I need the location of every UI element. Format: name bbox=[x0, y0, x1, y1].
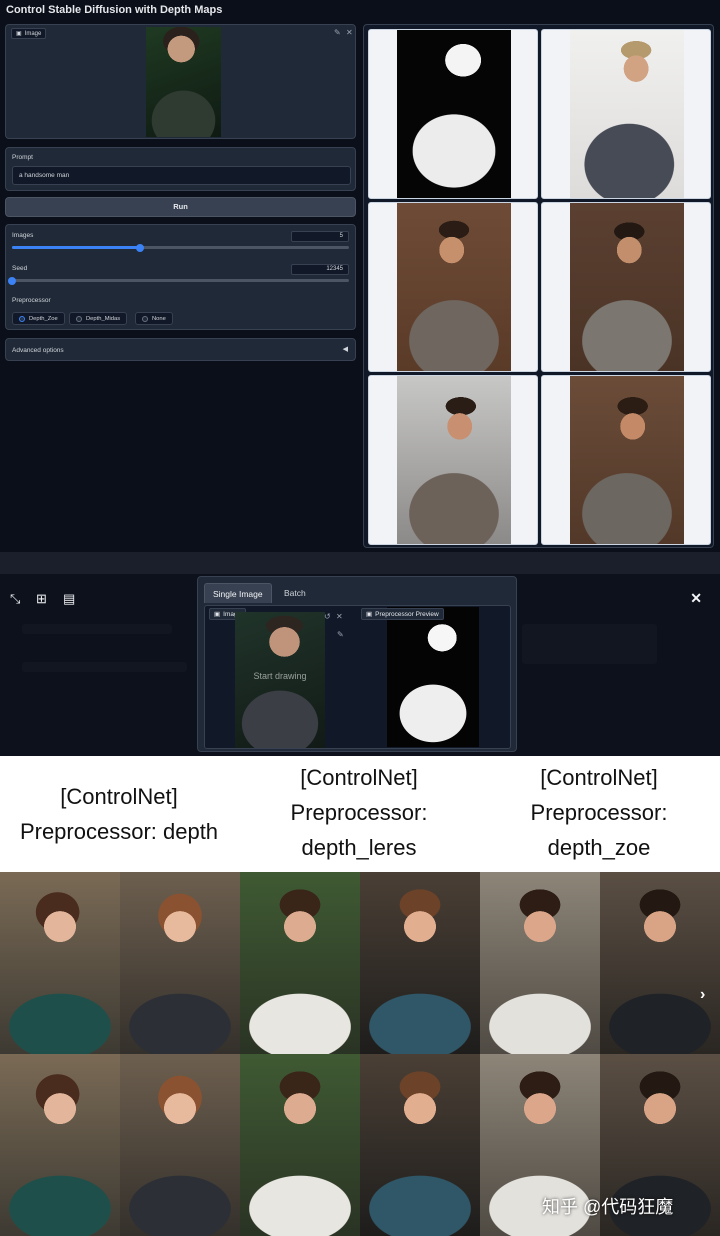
seed-number-input[interactable]: 12345 bbox=[291, 264, 349, 275]
gallery-item[interactable] bbox=[368, 202, 538, 372]
image-icon: ▣ bbox=[214, 611, 221, 618]
advanced-options-label: Advanced options bbox=[12, 347, 64, 354]
screenshot-collage: Control Stable Diffusion with Depth Maps… bbox=[0, 0, 720, 1236]
label-depth: [ControlNet] Preprocessor: depth bbox=[19, 784, 219, 844]
images-label: Images bbox=[12, 232, 34, 239]
label-depth-leres: [ControlNet] Preprocessor: depth_leres bbox=[290, 765, 428, 860]
undo-icon[interactable]: ↺ bbox=[324, 612, 331, 621]
image-tag-label: Image bbox=[24, 30, 42, 37]
preprocessor-option-label: Depth_Midas bbox=[86, 315, 121, 322]
preprocessor-option-label: Depth_Zoe bbox=[29, 315, 58, 322]
controls-panel: Images 5 Seed 12345 Preprocessor Depth_Z… bbox=[5, 224, 356, 330]
controlnet-section: ⤡ ⊞ ▤ ✕ Single Image Batch ▣ Image Start… bbox=[0, 552, 720, 756]
caret-left-icon: ◀ bbox=[342, 346, 348, 353]
gallery-item[interactable] bbox=[541, 29, 711, 199]
background-blur bbox=[22, 624, 172, 634]
gallery-item-depth-map[interactable] bbox=[368, 29, 538, 199]
generated-image bbox=[570, 203, 684, 371]
result-image bbox=[360, 872, 480, 1054]
result-image bbox=[480, 872, 600, 1054]
divider-band bbox=[0, 552, 720, 574]
result-image bbox=[360, 1054, 480, 1236]
radio-unchecked-icon bbox=[142, 315, 148, 322]
result-image bbox=[240, 1054, 360, 1236]
result-image bbox=[120, 872, 240, 1054]
edit-icon[interactable]: ✎ bbox=[334, 28, 341, 37]
prompt-label: Prompt bbox=[12, 154, 33, 161]
result-image bbox=[120, 1054, 240, 1236]
output-gallery bbox=[363, 24, 714, 548]
grid-icon[interactable]: ⊞ bbox=[36, 591, 47, 607]
tab-single-image[interactable]: Single Image bbox=[204, 583, 272, 603]
app-title: Control Stable Diffusion with Depth Maps bbox=[6, 4, 223, 16]
advanced-options-accordion[interactable]: Advanced options ◀ bbox=[5, 338, 356, 361]
seed-slider[interactable] bbox=[8, 276, 349, 285]
save-icon[interactable]: ▤ bbox=[63, 591, 75, 607]
controlnet-image-area: ▣ Image Start drawing ↺ ✕ ✎ ▣ Preprocess… bbox=[204, 605, 511, 749]
chevron-right-icon[interactable]: › bbox=[700, 986, 705, 1004]
background-blur bbox=[522, 624, 657, 664]
generated-image bbox=[397, 203, 511, 371]
result-image bbox=[240, 872, 360, 1054]
watermark: 知乎 @代码狂魔 bbox=[542, 1197, 674, 1217]
images-slider[interactable] bbox=[12, 243, 349, 252]
result-grid bbox=[0, 872, 720, 1236]
input-photo bbox=[146, 27, 221, 137]
generated-image bbox=[397, 376, 511, 544]
gallery-item[interactable] bbox=[368, 375, 538, 545]
depth-map-image bbox=[397, 30, 511, 198]
seed-label: Seed bbox=[12, 265, 28, 272]
generated-image bbox=[570, 30, 684, 198]
image-icon: ▣ bbox=[366, 611, 373, 618]
controlnet-panel: Single Image Batch ▣ Image Start drawing… bbox=[197, 576, 517, 752]
close-icon[interactable]: ✕ bbox=[690, 590, 702, 607]
result-image bbox=[0, 1054, 120, 1236]
image-tag: ▣ Image bbox=[11, 28, 47, 39]
preprocessor-option-depth-zoe[interactable]: Depth_Zoe bbox=[12, 312, 65, 325]
comparison-labels: [ControlNet] Preprocessor: depth [Control… bbox=[0, 756, 720, 872]
result-image bbox=[600, 872, 720, 1054]
seed-slider-handle[interactable] bbox=[8, 276, 16, 285]
image-icon: ▣ bbox=[16, 31, 22, 37]
preprocessor-option-depth-midas[interactable]: Depth_Midas bbox=[69, 312, 128, 325]
gallery-item[interactable] bbox=[541, 202, 711, 372]
images-slider-handle[interactable] bbox=[136, 243, 145, 252]
preview-tag-label: Preprocessor Preview bbox=[375, 610, 439, 618]
clear-icon[interactable]: ✕ bbox=[336, 612, 343, 621]
radio-checked-icon bbox=[19, 315, 25, 322]
brush-icon[interactable]: ✎ bbox=[337, 630, 344, 639]
run-button[interactable]: Run bbox=[5, 197, 356, 217]
start-drawing-overlay: Start drawing bbox=[253, 671, 307, 681]
preprocessor-preview-image bbox=[387, 607, 479, 747]
prompt-panel: Prompt a handsome man bbox=[5, 147, 356, 191]
tab-batch[interactable]: Batch bbox=[276, 583, 314, 603]
result-image bbox=[0, 872, 120, 1054]
prompt-input[interactable]: a handsome man bbox=[12, 166, 351, 185]
preview-tag: ▣ Preprocessor Preview bbox=[361, 608, 444, 620]
images-number-input[interactable]: 5 bbox=[291, 231, 349, 242]
depth-app: Control Stable Diffusion with Depth Maps… bbox=[0, 0, 720, 552]
preprocessor-label: Preprocessor bbox=[12, 297, 51, 304]
image-input-panel[interactable]: ▣ Image ✎ ✕ bbox=[5, 24, 356, 139]
expand-icon[interactable]: ⤡ bbox=[10, 591, 20, 607]
background-blur bbox=[22, 662, 187, 672]
preprocessor-option-none[interactable]: None bbox=[135, 312, 173, 325]
clear-icon[interactable]: ✕ bbox=[346, 28, 353, 37]
radio-unchecked-icon bbox=[76, 315, 82, 322]
preprocessor-option-label: None bbox=[152, 315, 166, 322]
generated-image bbox=[570, 376, 684, 544]
gallery-item[interactable] bbox=[541, 375, 711, 545]
images-slider-fill bbox=[12, 246, 141, 249]
controlnet-input-canvas[interactable]: Start drawing bbox=[235, 612, 325, 748]
label-depth-zoe: [ControlNet] Preprocessor: depth_zoe bbox=[530, 765, 668, 860]
